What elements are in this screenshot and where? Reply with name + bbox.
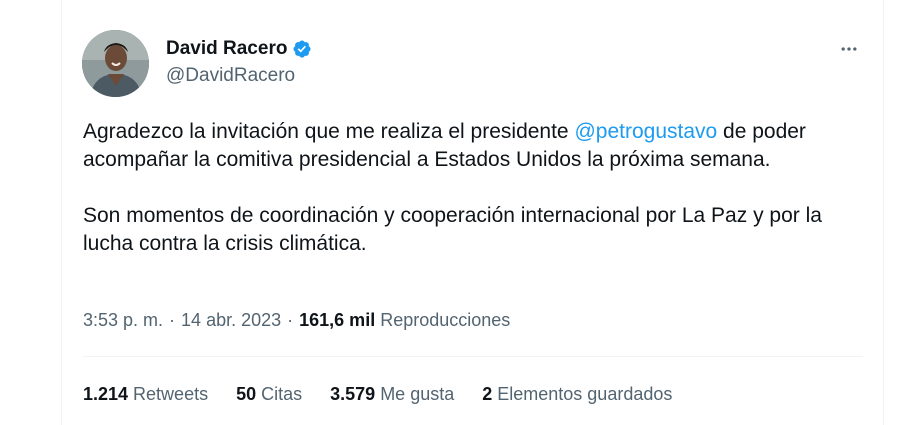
avatar[interactable] <box>82 30 149 97</box>
stat-label: Me gusta <box>380 383 455 404</box>
views-label: Reproducciones <box>380 309 511 330</box>
views-count: 161,6 mil <box>299 309 376 330</box>
stat-bookmarks[interactable]: 2 Elementos guardados <box>482 384 672 405</box>
stat-label: Elementos guardados <box>497 383 673 404</box>
verified-badge-icon[interactable] <box>292 39 312 59</box>
engagement-stats: 1.214 Retweets 50 Citas 3.579 Me gusta 2 Ele… <box>83 380 700 408</box>
more-options-icon[interactable] <box>836 36 862 62</box>
stat-count: 2 <box>482 383 493 404</box>
meta-separator: · <box>169 309 176 330</box>
meta-separator: · <box>287 309 294 330</box>
stat-quotes[interactable]: 50 Citas <box>236 384 302 405</box>
tweet-meta: 3:53 p. m. · 14 abr. 2023 · 161,6 mil Re… <box>83 307 510 333</box>
stat-likes[interactable]: 3.579 Me gusta <box>330 384 454 405</box>
stat-label: Retweets <box>133 383 209 404</box>
author-name[interactable]: David Racero <box>166 38 287 60</box>
stat-retweets[interactable]: 1.214 Retweets <box>83 384 208 405</box>
tweet-time[interactable]: 3:53 p. m. <box>83 310 163 331</box>
stat-count: 50 <box>236 383 257 404</box>
tweet-paragraph-2: Son momentos de coordinación y cooperaci… <box>83 204 822 255</box>
author-handle[interactable]: @DavidRacero <box>166 65 295 87</box>
tweet-text: Agradezco la invitación que me realiza e… <box>83 118 873 258</box>
stat-count: 1.214 <box>83 383 129 404</box>
tweet-date[interactable]: 14 abr. 2023 <box>181 310 281 331</box>
profile-photo-icon <box>82 30 149 97</box>
author-name-row[interactable]: David Racero <box>166 36 312 62</box>
stat-count: 3.579 <box>330 383 376 404</box>
stat-label: Citas <box>261 383 303 404</box>
divider <box>83 356 863 357</box>
tweet-text-before-mention: Agradezco la invitación que me realiza e… <box>83 120 575 143</box>
tweet-paragraph-1: Agradezco la invitación que me realiza e… <box>83 118 873 174</box>
mention-link[interactable]: @petrogustavo <box>574 120 717 143</box>
